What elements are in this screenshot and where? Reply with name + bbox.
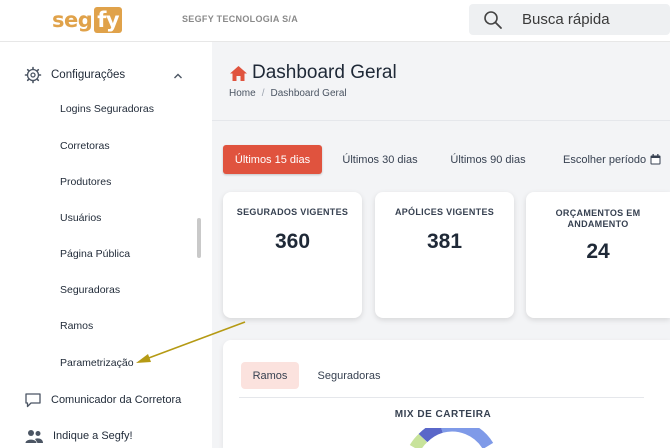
search-input[interactable]: Busca rápida — [522, 11, 610, 28]
sidebar-item-indique[interactable]: Indique a Segfy! — [24, 427, 133, 445]
sidebar-item-corretoras[interactable]: Corretoras — [60, 140, 110, 152]
search-icon — [484, 11, 502, 29]
logo-text-seg: seg — [52, 8, 93, 32]
sidebar-item-label: Indique a Segfy! — [53, 430, 133, 442]
tab-ramos[interactable]: Ramos — [241, 362, 299, 389]
sidebar-scrollbar[interactable] — [197, 218, 201, 258]
sidebar-item-comunicador[interactable]: Comunicador da Corretora — [24, 391, 181, 409]
kpi-label: ORÇAMENTOS EM ANDAMENTO — [555, 208, 641, 229]
home-icon — [230, 65, 247, 81]
panel-divider — [239, 397, 644, 398]
tab-seguradoras[interactable]: Seguradoras — [309, 362, 389, 389]
breadcrumb-separator: / — [261, 88, 265, 99]
sidebar-item-configuracoes[interactable]: Configurações — [24, 66, 125, 84]
kpi-value: 381 — [426, 230, 463, 253]
breadcrumb-current: Dashboard Geral — [270, 88, 347, 99]
kpi-label: APÓLICES VIGENTES — [394, 207, 495, 217]
page-title-text: Dashboard Geral — [252, 62, 397, 83]
chevron-up-icon[interactable] — [173, 71, 183, 81]
sidebar-item-produtores[interactable]: Produtores — [60, 176, 111, 188]
choose-period-label: Escolher período — [563, 153, 647, 166]
kpi-label: SEGURADOS VIGENTES — [236, 207, 349, 217]
choose-period-button[interactable]: Escolher período — [555, 145, 670, 174]
kpi-value: 24 — [586, 240, 610, 263]
search-bar[interactable]: Busca rápida — [469, 4, 670, 35]
chat-icon — [25, 393, 41, 408]
sidebar-item-parametrizacao[interactable]: Parametrização — [60, 357, 134, 369]
sidebar-item-seguradoras[interactable]: Seguradoras — [60, 284, 120, 296]
sidebar-item-label: Comunicador da Corretora — [51, 394, 182, 406]
period-90-days-button[interactable]: Últimos 90 dias — [440, 145, 536, 174]
header-divider — [212, 120, 670, 121]
period-30-days-button[interactable]: Últimos 30 dias — [332, 145, 428, 174]
calendar-icon — [650, 154, 661, 165]
page-title: Dashboard Geral — [229, 62, 397, 84]
logo-text-fy: fy — [94, 7, 123, 33]
segfy-logo[interactable]: seg fy — [52, 6, 123, 34]
gear-icon — [24, 66, 42, 84]
company-name: SEGFY TECNOLOGIA S/A — [182, 14, 299, 24]
kpi-card-segurados: SEGURADOS VIGENTES 360 — [223, 192, 362, 318]
kpi-card-orcamentos: ORÇAMENTOS EM ANDAMENTO 24 — [526, 192, 670, 318]
period-15-days-button[interactable]: Últimos 15 dias — [223, 145, 322, 174]
portfolio-panel: Ramos Seguradoras MIX DE CARTEIRA — [223, 340, 670, 448]
sidebar-item-logins-seguradoras[interactable]: Logins Seguradoras — [60, 103, 154, 115]
sidebar-item-ramos[interactable]: Ramos — [60, 320, 93, 332]
sidebar-item-usuarios[interactable]: Usuários — [60, 212, 101, 224]
kpi-card-apolices: APÓLICES VIGENTES 381 — [375, 192, 514, 318]
users-icon — [25, 430, 43, 443]
mix-donut-chart — [409, 428, 494, 448]
kpi-value: 360 — [274, 230, 311, 253]
top-header: seg fy SEGFY TECNOLOGIA S/A Busca rápida — [0, 0, 670, 42]
mix-chart-title: MIX DE CARTEIRA — [394, 409, 492, 420]
breadcrumb: Home / Dashboard Geral — [229, 88, 347, 99]
sidebar-item-pagina-publica[interactable]: Página Pública — [60, 248, 130, 260]
breadcrumb-home[interactable]: Home — [229, 88, 256, 99]
sidebar-section-label: Configurações — [51, 69, 126, 81]
